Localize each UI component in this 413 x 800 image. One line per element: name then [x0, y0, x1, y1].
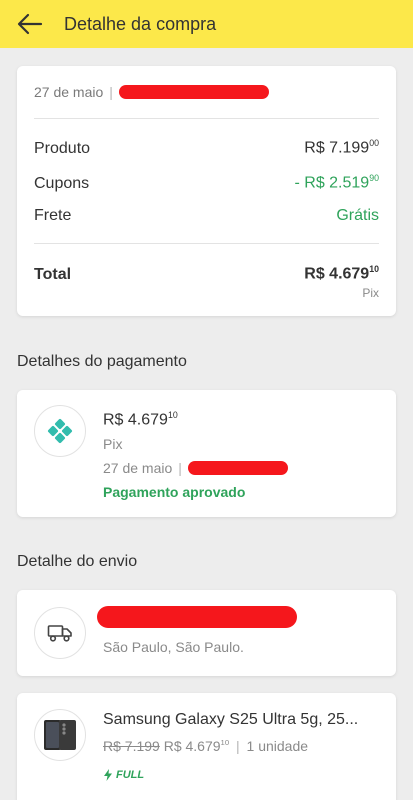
arrow-left-icon	[17, 13, 43, 35]
order-item-card[interactable]: Samsung Galaxy S25 Ultra 5g, 25... R$ 7.…	[17, 693, 396, 800]
quantity: 1 unidade	[246, 738, 309, 754]
separator: |	[178, 460, 182, 476]
payment-section-title: Detalhes do pagamento	[17, 353, 187, 370]
original-price: R$ 7.199	[103, 738, 160, 754]
redacted-address	[97, 606, 297, 628]
order-meta: 27 de maio |	[34, 84, 269, 100]
separator: |	[236, 738, 240, 754]
app-header: Detalhe da compra	[0, 0, 413, 48]
shipping-section-title: Detalhe do envio	[17, 553, 138, 570]
product-title: Samsung Galaxy S25 Ultra 5g, 25...	[103, 711, 359, 728]
summary-row-shipping: Frete Grátis	[34, 207, 379, 225]
lightning-icon	[104, 769, 112, 781]
divider	[34, 243, 379, 244]
row-value: Grátis	[336, 207, 379, 224]
page-title: Detalhe da compra	[64, 13, 217, 34]
smartphone-icon	[44, 720, 76, 750]
row-value: R$ 7.19900	[304, 138, 379, 157]
product-thumbnail	[34, 709, 86, 761]
row-label: Frete	[34, 207, 72, 224]
purchase-summary-card: 27 de maio | Produto R$ 7.19900 Cupons -…	[17, 66, 396, 316]
redacted-order-number	[118, 85, 269, 99]
shipping-city: São Paulo, São Paulo.	[103, 639, 244, 655]
back-button[interactable]	[14, 8, 46, 40]
summary-row-product: Produto R$ 7.19900	[34, 138, 379, 158]
current-price: R$ 4.67910	[163, 738, 230, 754]
full-badge: FULL	[103, 769, 144, 781]
total-label: Total	[34, 265, 72, 283]
payment-amount: R$ 4.67910	[103, 410, 178, 429]
product-price-line: R$ 7.199 R$ 4.67910 | 1 unidade	[103, 738, 308, 754]
shipping-card[interactable]: São Paulo, São Paulo.	[17, 590, 396, 676]
row-label: Cupons	[34, 174, 90, 192]
payment-meta: 27 de maio |	[103, 460, 288, 476]
row-value: - R$ 2.51990	[294, 173, 379, 192]
payment-date: 27 de maio	[103, 460, 173, 476]
row-label: Produto	[34, 139, 91, 157]
payment-status: Pagamento aprovado	[103, 484, 246, 500]
total-value: R$ 4.67910	[304, 264, 379, 283]
summary-row-total: Total R$ 4.67910	[34, 264, 379, 284]
separator: |	[109, 84, 113, 100]
summary-row-coupons: Cupons - R$ 2.51990	[34, 173, 379, 193]
pix-icon	[47, 418, 73, 444]
total-payment-method: Pix	[362, 286, 379, 300]
divider	[34, 118, 379, 119]
order-date: 27 de maio	[34, 84, 104, 100]
payment-method: Pix	[103, 436, 123, 452]
shipping-avatar	[34, 607, 86, 659]
truck-icon	[47, 625, 72, 642]
payment-card[interactable]: R$ 4.67910 Pix 27 de maio | Pagamento ap…	[17, 390, 396, 517]
redacted-payment-id	[187, 461, 288, 475]
payment-method-avatar	[34, 405, 86, 457]
